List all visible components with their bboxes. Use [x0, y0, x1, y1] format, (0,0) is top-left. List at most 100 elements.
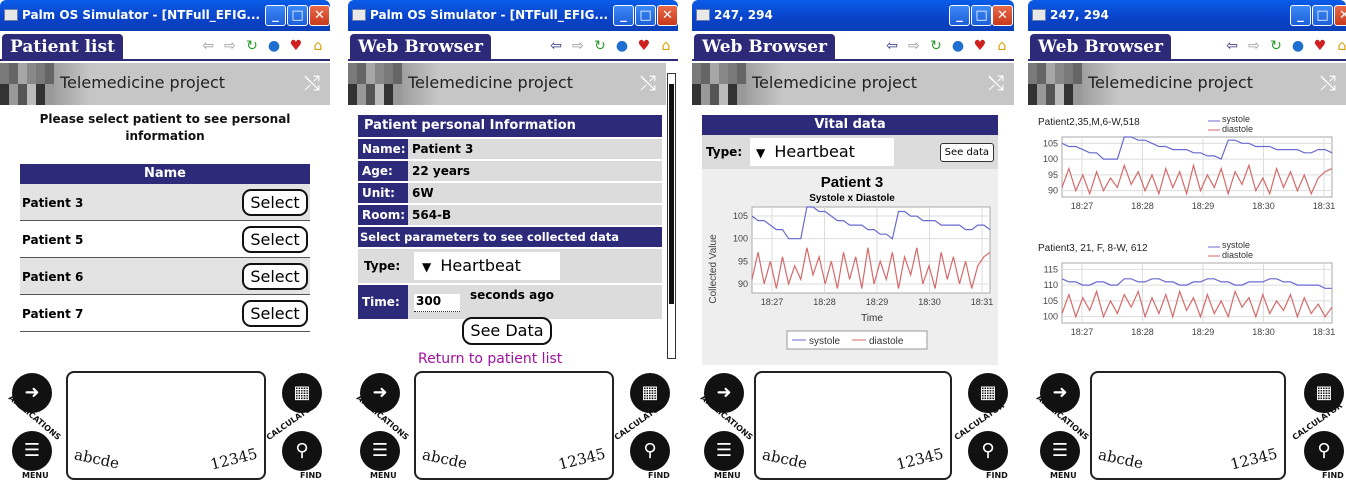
vital-chart: Patient 3 Systole x Diastole Collected Val… [708, 174, 994, 350]
x-tick-label: 18:30 [1252, 327, 1275, 337]
see-data-button[interactable]: See Data [462, 317, 552, 345]
globe-icon[interactable]: ● [612, 36, 632, 56]
scrollbar-thumb[interactable] [669, 84, 674, 304]
select-button[interactable]: Select [242, 189, 308, 216]
banner-logo-icon: ⤭ [988, 71, 1004, 95]
close-button[interactable]: ✕ [992, 5, 1013, 26]
window-title-bar[interactable]: Palm OS Simulator - [NTFull_EFIG... _ □ … [348, 0, 678, 31]
graffiti-abc: abcde [420, 445, 469, 473]
graffiti-writing-area[interactable]: abcde 12345 [66, 371, 266, 480]
forward-arrow-icon[interactable]: ⇨ [904, 36, 924, 56]
time-input[interactable]: 300 [414, 294, 460, 312]
field-value: 22 years [412, 164, 470, 178]
palm-app-icon [352, 9, 366, 21]
menu-icon[interactable]: ☰ [704, 431, 744, 471]
minimize-button[interactable]: _ [265, 5, 286, 26]
heart-icon[interactable]: ♥ [634, 36, 654, 56]
palm-app-icon [696, 9, 710, 21]
select-button[interactable]: Select [242, 263, 308, 290]
select-params-heading: Select parameters to see collected data [358, 227, 662, 247]
graffiti-writing-area[interactable]: abcde 12345 [754, 371, 952, 480]
find-icon[interactable]: ⚲ [968, 431, 1008, 471]
type-row: Type: ▼ Heartbeat [358, 249, 662, 283]
find-icon[interactable]: ⚲ [1304, 431, 1344, 471]
type-select[interactable]: ▼ Heartbeat [414, 252, 560, 280]
window-title: Palm OS Simulator - [NTFull_EFIG... [370, 8, 609, 22]
select-button[interactable]: Select [242, 300, 308, 327]
back-arrow-icon[interactable]: ⇦ [1222, 36, 1242, 56]
simulator-window-2: Palm OS Simulator - [NTFull_EFIG... _ □ … [348, 0, 678, 480]
x-tick-label: 18:30 [918, 297, 941, 307]
window-title-bar[interactable]: 247, 294 _ □ ✕ [692, 0, 1014, 31]
return-link[interactable]: Return to patient list [418, 351, 562, 367]
maximize-button[interactable]: □ [971, 5, 992, 26]
globe-icon[interactable]: ● [948, 36, 968, 56]
menu-icon[interactable]: ☰ [12, 431, 52, 471]
minimize-button[interactable]: _ [1290, 5, 1311, 26]
home-icon[interactable]: ⌂ [308, 36, 328, 56]
graffiti-writing-area[interactable]: abcde 12345 [1090, 371, 1286, 480]
y-tick-label: 105 [1043, 296, 1058, 306]
menu-label: MENU [22, 471, 49, 480]
globe-icon[interactable]: ● [1288, 36, 1308, 56]
menu-icon[interactable]: ☰ [360, 431, 400, 471]
heart-icon[interactable]: ♥ [970, 36, 990, 56]
close-button[interactable]: ✕ [1334, 5, 1346, 26]
type-select[interactable]: ▼ Heartbeat [750, 138, 894, 166]
x-tick-label: 18:31 [971, 297, 994, 307]
refresh-icon[interactable]: ↻ [242, 36, 262, 56]
heart-icon[interactable]: ♥ [286, 36, 306, 56]
graffiti-abc: abcde [1096, 445, 1145, 473]
globe-icon[interactable]: ● [264, 36, 284, 56]
app-title: Web Browser [694, 34, 835, 61]
window-title-bar[interactable]: Palm OS Simulator - [NTFull_EFIG... _ □ … [0, 0, 330, 31]
see-data-button[interactable]: See data [939, 143, 994, 162]
maximize-button[interactable]: □ [1312, 5, 1333, 26]
back-arrow-icon[interactable]: ⇦ [198, 36, 218, 56]
home-icon[interactable]: ⌂ [992, 36, 1012, 56]
banner-title: Telemedicine project [1088, 73, 1254, 92]
window-title-bar[interactable]: 247, 294 _ □ ✕ [1028, 0, 1346, 31]
palm-app-icon [1032, 9, 1046, 21]
app-title: Patient list [2, 34, 123, 61]
minimize-button[interactable]: _ [949, 5, 970, 26]
close-button[interactable]: ✕ [657, 5, 678, 26]
forward-arrow-icon[interactable]: ⇨ [568, 36, 588, 56]
scrollbar[interactable] [667, 73, 676, 359]
nav-icons: ⇦ ⇨ ↻ ● ♥ ⌂ [882, 36, 1012, 56]
find-label: FIND [986, 471, 1008, 480]
graffiti-writing-area[interactable]: abcde 12345 [414, 371, 614, 480]
legend-systole: systole [1222, 114, 1250, 124]
back-arrow-icon[interactable]: ⇦ [882, 36, 902, 56]
back-arrow-icon[interactable]: ⇦ [546, 36, 566, 56]
x-tick-label: 18:30 [1252, 201, 1275, 211]
home-icon[interactable]: ⌂ [656, 36, 676, 56]
banner-title: Telemedicine project [60, 73, 226, 92]
app-header: Web Browser ⇦ ⇨ ↻ ● ♥ ⌂ [692, 31, 1014, 61]
select-button[interactable]: Select [242, 226, 308, 253]
refresh-icon[interactable]: ↻ [1266, 36, 1286, 56]
refresh-icon[interactable]: ↻ [926, 36, 946, 56]
close-button[interactable]: ✕ [309, 5, 330, 26]
forward-arrow-icon[interactable]: ⇨ [1244, 36, 1264, 56]
find-icon[interactable]: ⚲ [630, 431, 670, 471]
menu-label: MENU [714, 471, 741, 480]
palm-screen: Web Browser ⇦ ⇨ ↻ ● ♥ ⌂ Telemedicine pro… [692, 31, 1014, 371]
info-heading: Patient personal Information [358, 115, 662, 137]
maximize-button[interactable]: □ [287, 5, 308, 26]
project-banner: Telemedicine project ⤭ [0, 63, 330, 105]
graffiti-area: ➜ APPLICATIONS ☰ MENU abcde 12345 ▦ CALC… [348, 371, 678, 480]
home-icon[interactable]: ⌂ [1332, 36, 1346, 56]
info-row-age: Age: 22 years [358, 161, 662, 181]
forward-arrow-icon[interactable]: ⇨ [220, 36, 240, 56]
find-icon[interactable]: ⚲ [282, 431, 322, 471]
refresh-icon[interactable]: ↻ [590, 36, 610, 56]
chart-title: Patient2,35,M,6-W,518 [1038, 117, 1140, 128]
minimize-button[interactable]: _ [613, 5, 634, 26]
app-header: Web Browser ⇦ ⇨ ↻ ● ♥ ⌂ [1028, 31, 1346, 61]
graffiti-num: 12345 [1228, 444, 1280, 474]
menu-icon[interactable]: ☰ [1040, 431, 1080, 471]
heart-icon[interactable]: ♥ [1310, 36, 1330, 56]
maximize-button[interactable]: □ [635, 5, 656, 26]
x-axis-label: Time [861, 313, 883, 324]
